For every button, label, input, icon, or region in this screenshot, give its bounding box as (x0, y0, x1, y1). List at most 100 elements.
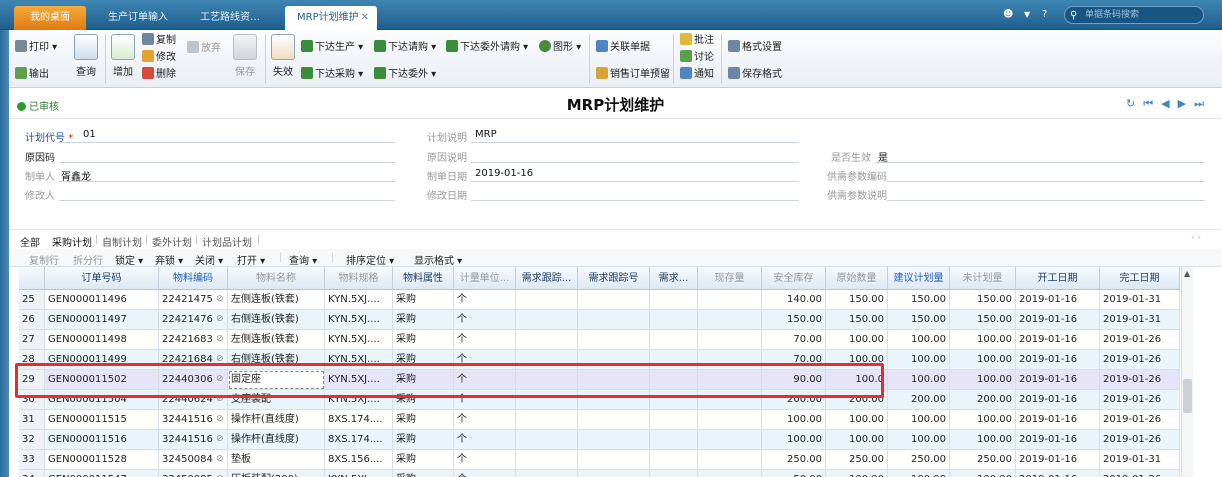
column-header[interactable]: 物料规格 (325, 267, 393, 290)
tab-my-desktop[interactable]: 我的桌面 (14, 6, 86, 30)
column-header[interactable]: 未计划量 (950, 267, 1016, 290)
column-header[interactable]: 建议计划量 (888, 267, 950, 290)
table-cell[interactable]: 200.00 (950, 390, 1016, 410)
column-header[interactable]: 物料属性 (393, 267, 454, 290)
table-cell[interactable]: 100.00 (950, 430, 1016, 450)
table-cell[interactable]: 采购 (393, 290, 454, 310)
row-number-cell[interactable]: 27 (19, 330, 45, 350)
table-row[interactable]: 27 GEN000011498 22421683 左侧连板(铁套) KYN.5XJ...… (19, 330, 1181, 350)
save-format-button[interactable]: 保存格式 (728, 67, 782, 82)
table-cell[interactable] (698, 310, 762, 330)
column-header[interactable]: 原始数量 (826, 267, 888, 290)
column-header[interactable]: 需求跟踪... (516, 267, 578, 290)
record-nav[interactable]: ↻⏮◀▶⏭ (1126, 97, 1212, 111)
plan-code-field[interactable]: 01 (83, 129, 96, 140)
sort-button[interactable]: 排序定位 ▾ (346, 252, 394, 267)
table-cell[interactable]: 150.00 (762, 310, 826, 330)
scroll-up-icon[interactable]: ▲ (1184, 269, 1190, 278)
table-cell[interactable]: 100.00 (950, 470, 1016, 477)
close-row-button[interactable]: 关闭 ▾ (195, 252, 223, 267)
export-button[interactable]: 输出 (15, 67, 49, 82)
table-cell[interactable]: GEN000011515 (45, 410, 159, 430)
column-header[interactable]: 需求跟踪号 (578, 267, 650, 290)
table-cell[interactable]: 2019-01-26 (1100, 390, 1180, 410)
table-cell[interactable]: KYN.5XJ.... (325, 470, 393, 477)
table-row[interactable]: 32 GEN000011516 32441516 操作杆(直线度) 8XS.174...… (19, 430, 1181, 450)
table-cell[interactable]: 100.00 (826, 330, 888, 350)
table-cell[interactable]: 140.00 (762, 290, 826, 310)
table-cell[interactable] (578, 410, 650, 430)
open-row-button[interactable]: 打开 ▾ (237, 252, 265, 267)
table-cell[interactable] (650, 410, 698, 430)
table-cell[interactable]: 2019-01-16 (1016, 450, 1100, 470)
table-cell[interactable] (650, 390, 698, 410)
table-cell[interactable]: 个 (454, 410, 516, 430)
table-cell[interactable]: 压板装配(200) (228, 470, 325, 477)
table-cell[interactable]: 2019-01-26 (1100, 430, 1180, 450)
table-cell[interactable]: 250.00 (762, 450, 826, 470)
user-icon[interactable]: ☻ (1003, 6, 1013, 24)
table-cell[interactable]: 采购 (393, 430, 454, 450)
table-cell[interactable] (516, 430, 578, 450)
table-cell[interactable]: GEN000011497 (45, 310, 159, 330)
table-cell[interactable] (516, 390, 578, 410)
row-number-cell[interactable]: 34 (19, 470, 45, 477)
attachment-icon[interactable]: ⊘ (216, 374, 224, 384)
column-header[interactable]: 完工日期 (1100, 267, 1180, 290)
table-cell[interactable] (698, 430, 762, 450)
table-cell[interactable]: 采购 (393, 410, 454, 430)
table-cell[interactable]: KYN.5XJ.... (325, 330, 393, 350)
table-cell[interactable]: KYN.5XJ.... (325, 310, 393, 330)
table-cell[interactable]: 8XS.174.... (325, 430, 393, 450)
query-button[interactable]: 查询 (73, 34, 99, 78)
table-cell[interactable]: 左侧连板(铁套) (228, 330, 325, 350)
table-cell[interactable]: 2019-01-16 (1016, 290, 1100, 310)
table-cell[interactable]: 100.00 (950, 350, 1016, 370)
table-cell[interactable]: 采购 (393, 330, 454, 350)
last-icon[interactable]: ⏭ (1194, 97, 1212, 110)
table-cell[interactable] (698, 370, 762, 390)
scroll-thumb[interactable] (1183, 379, 1192, 413)
table-cell[interactable]: 2019-01-16 (1016, 430, 1100, 450)
table-cell[interactable] (578, 310, 650, 330)
add-button[interactable]: 增加 (111, 34, 135, 78)
table-cell[interactable] (650, 470, 698, 477)
row-number-cell[interactable]: 31 (19, 410, 45, 430)
table-cell[interactable]: 100.0 (826, 370, 888, 390)
attachment-icon[interactable]: ⊘ (216, 334, 224, 344)
table-cell[interactable] (516, 450, 578, 470)
table-cell[interactable] (516, 290, 578, 310)
table-cell[interactable]: 100.00 (888, 370, 950, 390)
table-cell[interactable] (578, 330, 650, 350)
sd-param-desc-field[interactable] (887, 200, 1205, 201)
issue-purchase-button[interactable]: 下达采购 ▾ (301, 67, 363, 82)
table-cell[interactable]: 200.00 (888, 390, 950, 410)
table-cell[interactable]: 个 (454, 330, 516, 350)
table-row[interactable]: 30 GEN000011504 22440624 支座装配 KYN.5XJ.... 采购个… (19, 390, 1181, 410)
table-cell[interactable]: 个 (454, 450, 516, 470)
table-cell[interactable]: 个 (454, 390, 516, 410)
attachment-icon[interactable]: ⊘ (216, 394, 224, 404)
table-cell[interactable]: 150.00 (888, 310, 950, 330)
table-cell[interactable]: 个 (454, 370, 516, 390)
attachment-icon[interactable]: ⊘ (216, 354, 224, 364)
link-doc-button[interactable]: 关联单据 (596, 40, 650, 55)
reason-code-field[interactable] (59, 162, 395, 163)
table-cell[interactable]: 操作杆(直线度) (228, 410, 325, 430)
attachment-icon[interactable]: ⊘ (216, 314, 224, 324)
table-cell[interactable]: 8XS.156.... (325, 450, 393, 470)
table-cell[interactable]: 2019-01-26 (1100, 330, 1180, 350)
tab-outsource[interactable]: 委外计划 (152, 234, 192, 249)
tab-planned[interactable]: 计划品计划 (202, 234, 252, 249)
notify-button[interactable]: 通知 (680, 67, 714, 82)
table-cell[interactable]: 70.00 (762, 350, 826, 370)
table-cell[interactable]: 150.00 (826, 310, 888, 330)
table-cell[interactable]: 采购 (393, 470, 454, 477)
table-cell[interactable]: 2019-01-16 (1016, 330, 1100, 350)
table-cell[interactable] (650, 350, 698, 370)
modifier-field[interactable] (59, 200, 395, 201)
unlock-button[interactable]: 弃锁 ▾ (155, 252, 183, 267)
table-cell[interactable]: 2019-01-26 (1100, 350, 1180, 370)
attachment-icon[interactable]: ⊘ (216, 294, 224, 304)
table-cell[interactable] (516, 470, 578, 477)
